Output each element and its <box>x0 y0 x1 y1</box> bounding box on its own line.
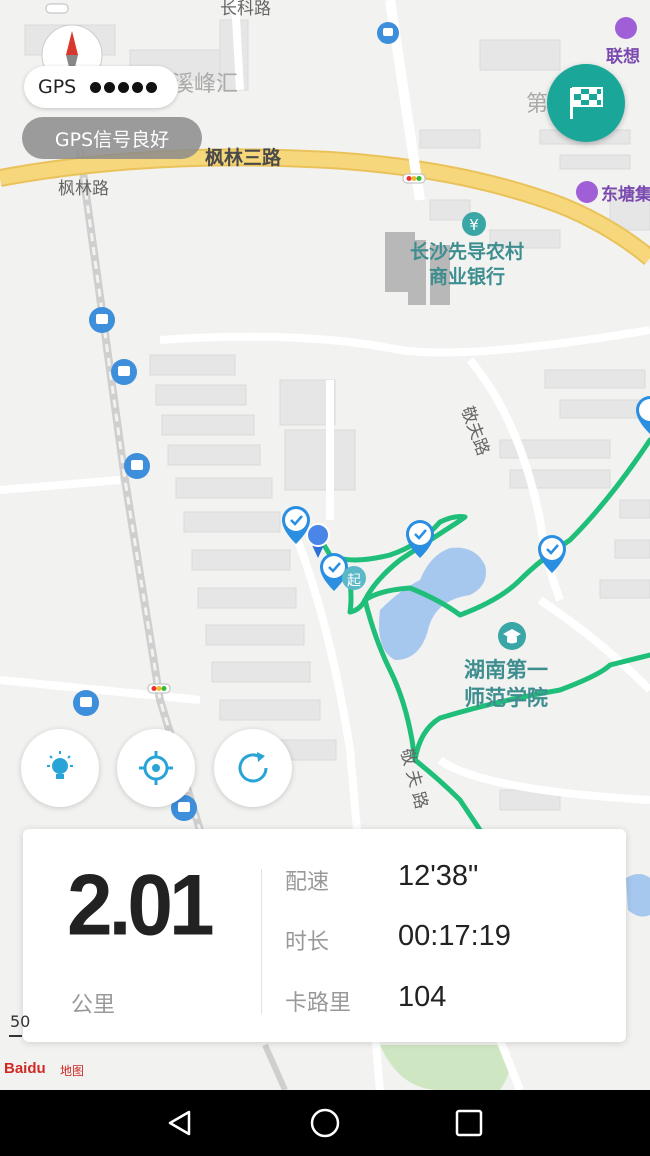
baidu-logo: Baidu <box>4 1060 46 1077</box>
refresh-icon <box>238 752 268 783</box>
back-button[interactable] <box>140 1090 220 1156</box>
distance-value: 2.01 <box>67 857 215 954</box>
start-marker-text: 起 <box>347 573 361 589</box>
duration-label: 时长 <box>285 930 330 955</box>
calories-label: 卡路里 <box>285 991 352 1016</box>
gps-status-badge: GPS信号良好 <box>22 117 202 159</box>
road-label-fenglin: 枫林路 <box>58 179 109 199</box>
gps-indicator: GPS <box>24 66 178 108</box>
gps-signal-dot <box>132 81 144 93</box>
place-label-xifeng: 溪峰汇 <box>172 72 239 97</box>
gps-signal-dots <box>90 81 158 93</box>
stats-divider <box>261 869 262 1014</box>
system-nav-bar <box>0 1090 650 1156</box>
bank-name-line1: 长沙先导农村 <box>410 241 525 263</box>
place-label-school: 湖南第一 师范学院 <box>464 656 548 712</box>
road-label-changke: 长科路 <box>220 0 271 19</box>
school-icon <box>498 622 526 650</box>
light-bulb-icon <box>47 751 73 779</box>
light-button[interactable] <box>21 729 99 807</box>
gps-signal-dot <box>146 81 158 93</box>
school-name-line1: 湖南第一 <box>464 658 548 682</box>
recents-square-icon <box>455 1109 483 1137</box>
home-circle-icon <box>310 1108 340 1138</box>
calories-value: 104 <box>398 981 447 1013</box>
recents-button[interactable] <box>429 1090 509 1156</box>
gps-label: GPS <box>38 76 77 98</box>
pace-value: 12'38" <box>398 860 479 892</box>
map-scale-text: 50 <box>10 1012 31 1031</box>
map-scale-bar <box>9 1035 22 1037</box>
locate-icon <box>139 751 173 785</box>
gps-signal-dot <box>104 81 116 93</box>
refresh-button[interactable] <box>214 729 292 807</box>
bank-name-line2: 商业银行 <box>429 266 506 288</box>
locate-button[interactable] <box>117 729 195 807</box>
duration-value: 00:17:19 <box>398 920 511 952</box>
place-label-lenovo: 联想 <box>606 47 640 67</box>
bank-icon: ¥ <box>462 212 486 236</box>
svg-text:¥: ¥ <box>469 216 479 234</box>
gps-signal-dot <box>118 81 130 93</box>
pace-label: 配速 <box>285 870 330 895</box>
school-name-line2: 师范学院 <box>464 686 548 710</box>
back-triangle-icon <box>168 1110 191 1136</box>
place-label-bank: 长沙先导农村 商业银行 <box>410 240 524 290</box>
baidu-logo-suffix: 地图 <box>60 1064 85 1078</box>
finish-run-button[interactable] <box>547 64 625 142</box>
road-label-fenglin-3rd: 枫林三路 <box>205 147 282 169</box>
place-label-dongtang: 东塘集 <box>601 185 650 205</box>
gps-signal-dot <box>90 81 102 93</box>
checkered-flag-icon <box>570 87 603 119</box>
home-button[interactable] <box>285 1090 365 1156</box>
run-stats-card: 2.01 公里 配速 12'38" 时长 00:17:19 卡路里 104 <box>23 829 626 1042</box>
distance-unit: 公里 <box>71 993 116 1018</box>
start-marker: 起 <box>342 566 366 590</box>
